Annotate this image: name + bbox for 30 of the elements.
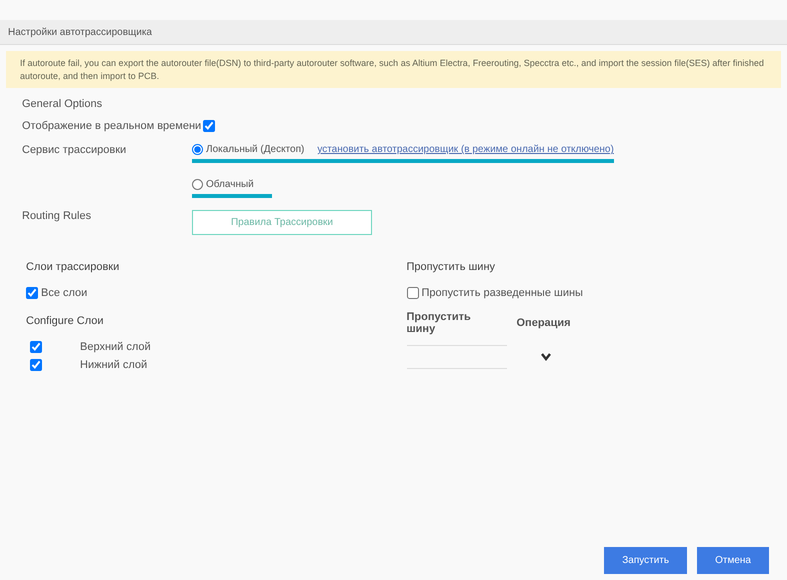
layer-label: Нижний слой <box>80 359 148 372</box>
dialog-button[interactable]: Отмена <box>697 547 769 574</box>
install-link[interactable]: установить автотрассировщик (в режиме онлайн не отключено) <box>317 144 614 156</box>
net-select-field[interactable] <box>406 345 506 370</box>
service-radio[interactable] <box>192 179 203 190</box>
window-title: Настройки автотрассировщика <box>8 26 152 38</box>
notice-text: If autoroute fail, you can export the autorouter file(DSN) to third-party autorouter software, such as Altium Electra, Freerouting, Specctra etc., and import the session file(SES) after finished autoroute, and then import to PCB. <box>6 51 781 88</box>
layer-checkbox[interactable] <box>30 359 42 372</box>
all-layers-checkbox[interactable] <box>26 287 38 300</box>
option-label: Отображение в реальном времени <box>22 120 202 132</box>
column-header: Пропустить шину <box>406 311 472 336</box>
service-radio[interactable] <box>192 144 203 156</box>
routing-rules-button[interactable]: Правила Трассировки <box>192 210 372 236</box>
section-heading: Пропустить шину <box>406 261 496 274</box>
skip-routed-checkbox[interactable] <box>406 287 418 300</box>
option-label: Сервис трассировки <box>22 144 128 156</box>
caret-icon[interactable] <box>540 353 550 362</box>
column-header: Операция <box>516 316 572 332</box>
radio-label: Облачный <box>206 179 254 190</box>
radio-label: Локальный (Десктоп) <box>206 144 304 156</box>
section-heading: General Options <box>22 98 104 110</box>
section-heading: Слои трассировки <box>26 261 120 274</box>
checkbox-label: Все слои <box>41 287 88 300</box>
layer-label: Верхний слой <box>80 341 152 354</box>
checkbox-label: Пропустить разведенные шины <box>422 287 583 300</box>
section-heading: Configure Слои <box>26 315 104 328</box>
dialog-button[interactable]: Запустить <box>604 547 688 574</box>
realtime-checkbox[interactable] <box>203 120 216 132</box>
option-label: Routing Rules <box>22 210 92 222</box>
layer-checkbox[interactable] <box>30 341 42 354</box>
